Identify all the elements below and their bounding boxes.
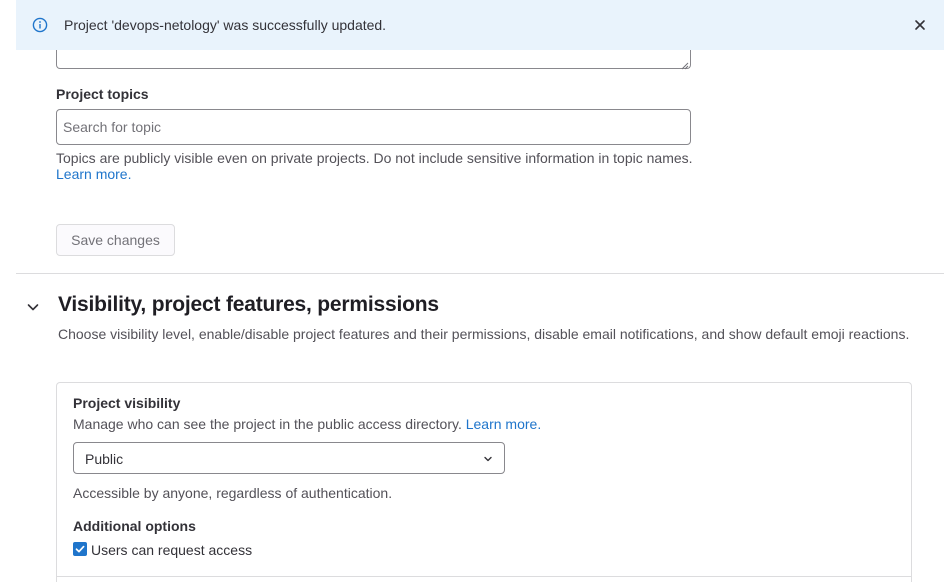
project-visibility-label: Project visibility xyxy=(73,395,181,411)
visibility-help-text: Accessible by anyone, regardless of auth… xyxy=(73,485,393,501)
section-description: Choose visibility level, enable/disable … xyxy=(58,326,910,342)
section-title: Visibility, project features, permission… xyxy=(58,293,439,316)
resize-handle-icon[interactable] xyxy=(679,57,689,70)
alert-message: Project 'devops-netology' was successful… xyxy=(64,17,387,33)
info-icon xyxy=(32,17,48,33)
additional-options-label: Additional options xyxy=(73,518,196,534)
save-changes-button[interactable]: Save changes xyxy=(56,224,175,256)
topics-help-message: Topics are publicly visible even on priv… xyxy=(56,150,693,166)
project-visibility-description: Manage who can see the project in the pu… xyxy=(73,415,541,433)
close-icon[interactable] xyxy=(912,17,928,33)
project-visibility-select[interactable]: Public xyxy=(73,442,505,474)
topics-search-input[interactable] xyxy=(56,109,691,145)
topics-learn-more-link[interactable]: Learn more. xyxy=(56,166,131,182)
topics-label: Project topics xyxy=(56,86,149,102)
selected-visibility: Public xyxy=(85,451,124,467)
chevron-down-icon[interactable] xyxy=(25,299,41,315)
request-access-checkbox[interactable] xyxy=(73,542,87,556)
topics-help-text: Topics are publicly visible even on priv… xyxy=(56,150,696,182)
panel-divider xyxy=(56,576,912,577)
request-access-label[interactable]: Users can request access xyxy=(91,541,252,559)
chevron-down-icon xyxy=(480,451,496,467)
flash-alert: Project 'devops-netology' was successful… xyxy=(16,0,944,50)
section-divider xyxy=(16,273,944,274)
visibility-learn-more-link[interactable]: Learn more. xyxy=(466,416,541,432)
visibility-description-text: Manage who can see the project in the pu… xyxy=(73,416,462,432)
project-settings-page: Project 'devops-netology' was successful… xyxy=(0,0,949,582)
